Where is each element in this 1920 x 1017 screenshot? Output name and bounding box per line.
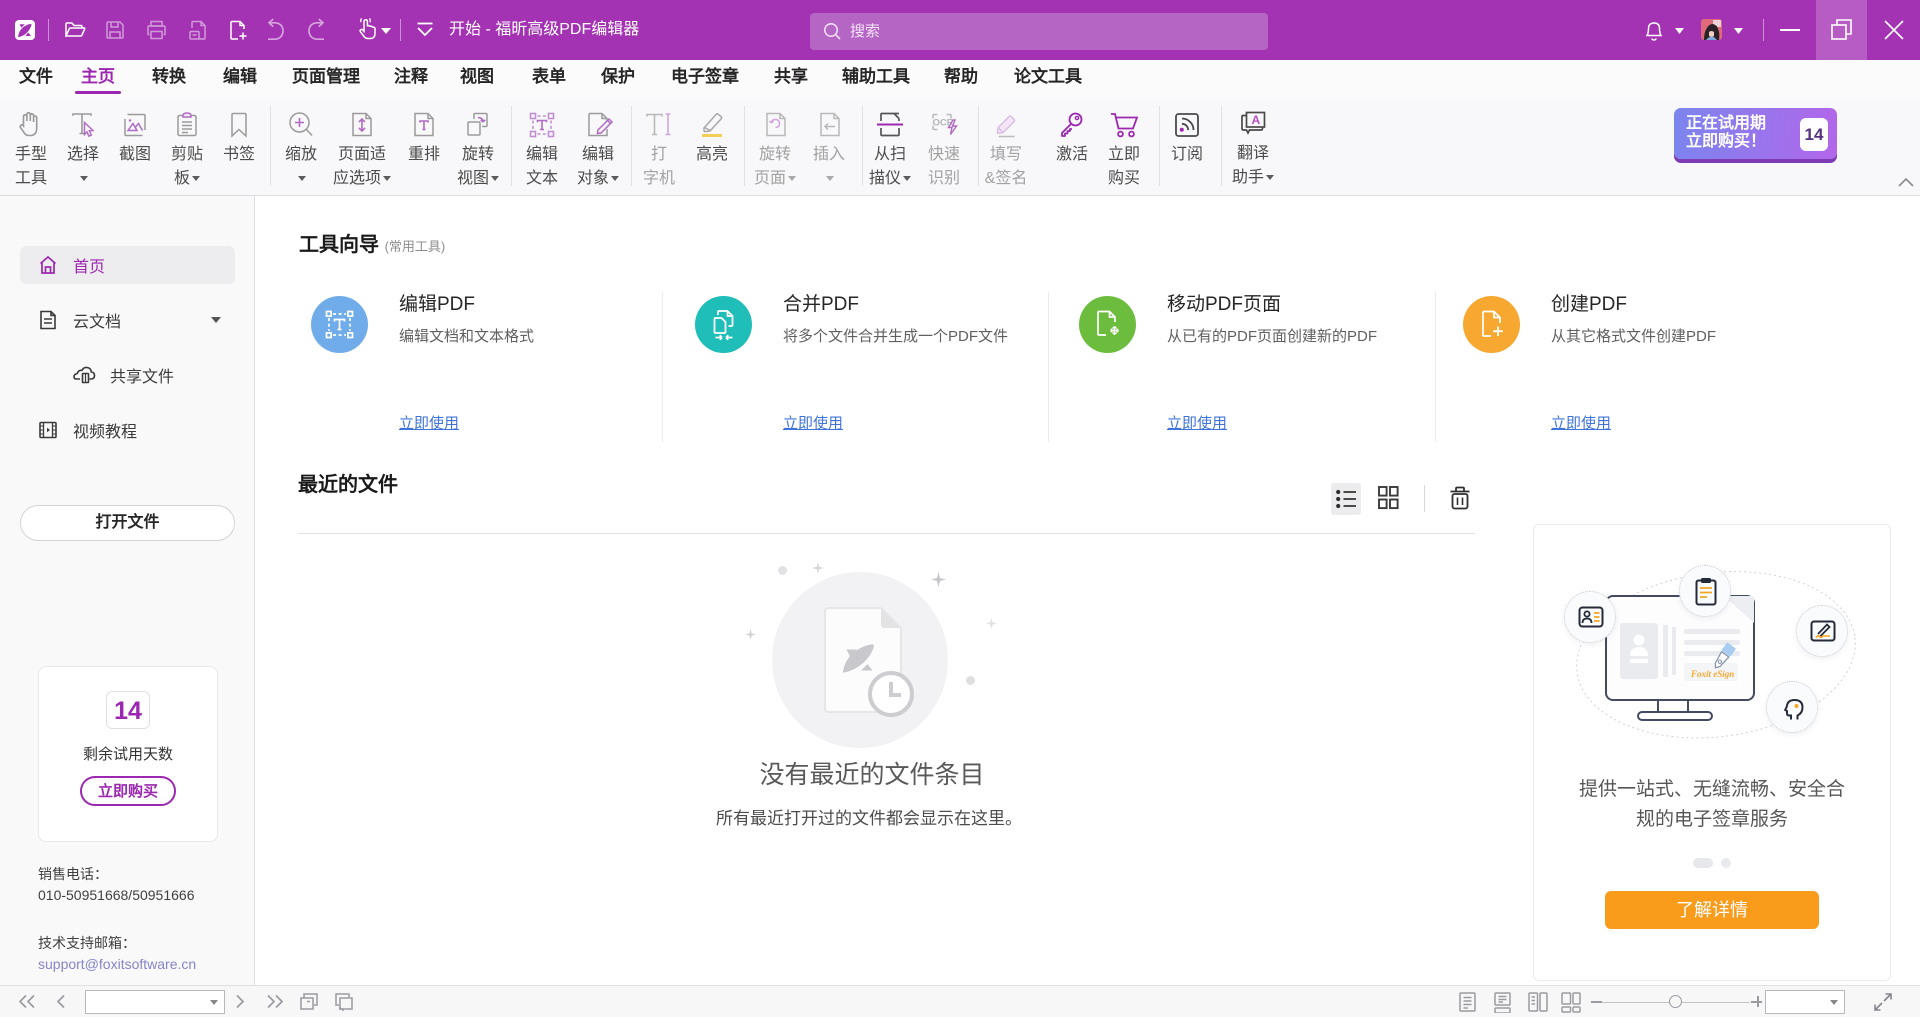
svg-text:Foxit eSign: Foxit eSign — [1690, 669, 1734, 679]
svg-text:A: A — [1251, 113, 1260, 127]
